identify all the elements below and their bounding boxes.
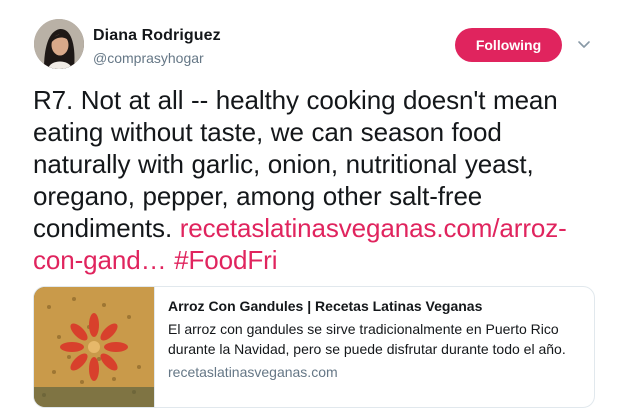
following-button[interactable]: Following <box>455 28 562 62</box>
user-handle[interactable]: @comprasyhogar <box>93 50 204 66</box>
avatar-image <box>34 19 84 69</box>
card-thumbnail <box>34 287 155 407</box>
link-preview-card[interactable]: Arroz Con Gandules | Recetas Latinas Veg… <box>33 286 595 408</box>
hashtag-link[interactable]: #FoodFri <box>174 245 277 275</box>
card-title[interactable]: Arroz Con Gandules | Recetas Latinas Veg… <box>168 298 482 314</box>
card-domain[interactable]: recetaslatinasveganas.com <box>168 364 338 380</box>
chevron-down-icon[interactable] <box>576 36 592 52</box>
display-name[interactable]: Diana Rodriguez <box>93 27 221 45</box>
avatar[interactable] <box>34 19 84 69</box>
tweet-text: R7. Not at all -- healthy cooking doesn'… <box>33 84 603 276</box>
card-description: El arroz con gandules se sirve tradicion… <box>168 321 566 357</box>
